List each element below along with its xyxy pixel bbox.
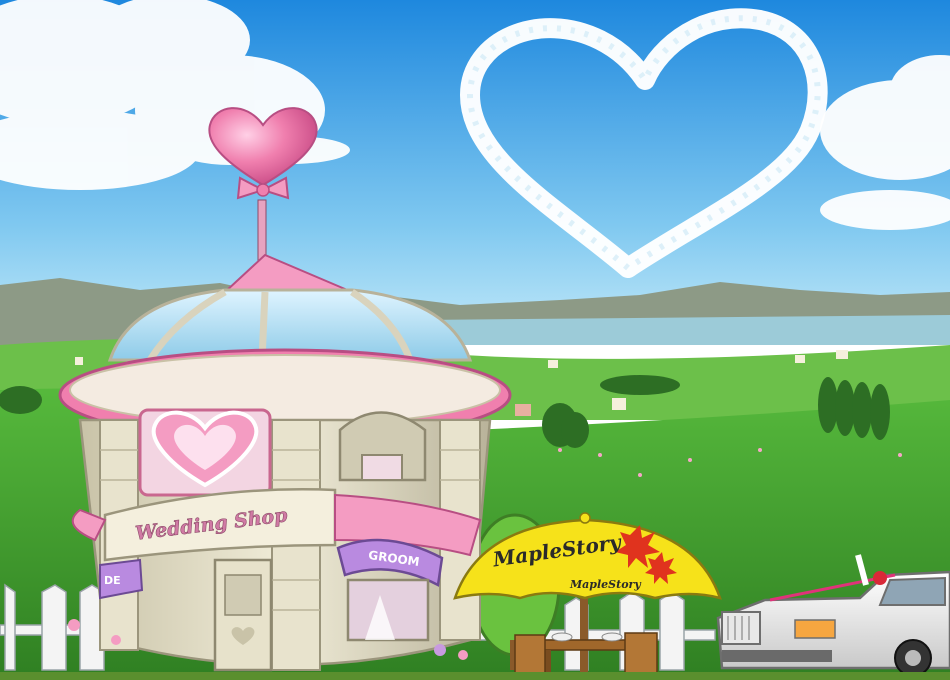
lake bbox=[420, 315, 950, 345]
bride-awning-text: DE bbox=[104, 574, 121, 587]
scene-art: Wedding Shop GROOM DE MapleStory MapleSt… bbox=[0, 0, 950, 680]
umbrella-brand-small-text: MapleStory bbox=[569, 578, 642, 591]
ground bbox=[0, 672, 950, 680]
rose-icon bbox=[873, 571, 887, 585]
chair-right bbox=[624, 632, 658, 676]
game-scene: Wedding Shop GROOM DE MapleStory MapleSt… bbox=[0, 0, 950, 680]
chair-left bbox=[514, 634, 546, 676]
